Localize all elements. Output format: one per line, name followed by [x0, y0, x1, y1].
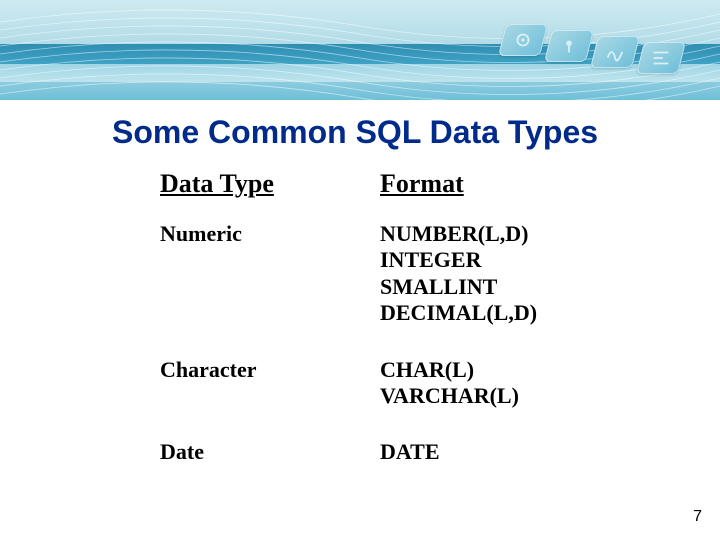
table-row: Numeric NUMBER(L,D) INTEGER SMALLINT DEC…: [160, 221, 720, 327]
format-value: INTEGER: [380, 247, 537, 273]
table-row: Date DATE: [160, 439, 720, 465]
data-type-category: Numeric: [160, 221, 380, 247]
col-header-format: Format: [380, 169, 464, 199]
format-value: DECIMAL(L,D): [380, 300, 537, 326]
data-type-category: Date: [160, 439, 380, 465]
header-banner: [0, 0, 720, 100]
banner-capsule-icon: [544, 30, 594, 62]
format-value: CHAR(L): [380, 357, 519, 383]
slide-title: Some Common SQL Data Types: [112, 114, 720, 151]
page-number: 7: [693, 508, 702, 526]
banner-capsule-icon: [590, 36, 640, 68]
data-types-table: Data Type Format Numeric NUMBER(L,D) INT…: [160, 169, 720, 466]
format-value: DATE: [380, 439, 440, 465]
banner-capsule-icon: [636, 42, 686, 74]
format-value: VARCHAR(L): [380, 383, 519, 409]
banner-capsule-icon: [498, 24, 548, 56]
table-row: Character CHAR(L) VARCHAR(L): [160, 357, 720, 410]
format-value: NUMBER(L,D): [380, 221, 537, 247]
col-header-data-type: Data Type: [160, 169, 380, 199]
data-type-category: Character: [160, 357, 380, 383]
format-value: SMALLINT: [380, 274, 537, 300]
